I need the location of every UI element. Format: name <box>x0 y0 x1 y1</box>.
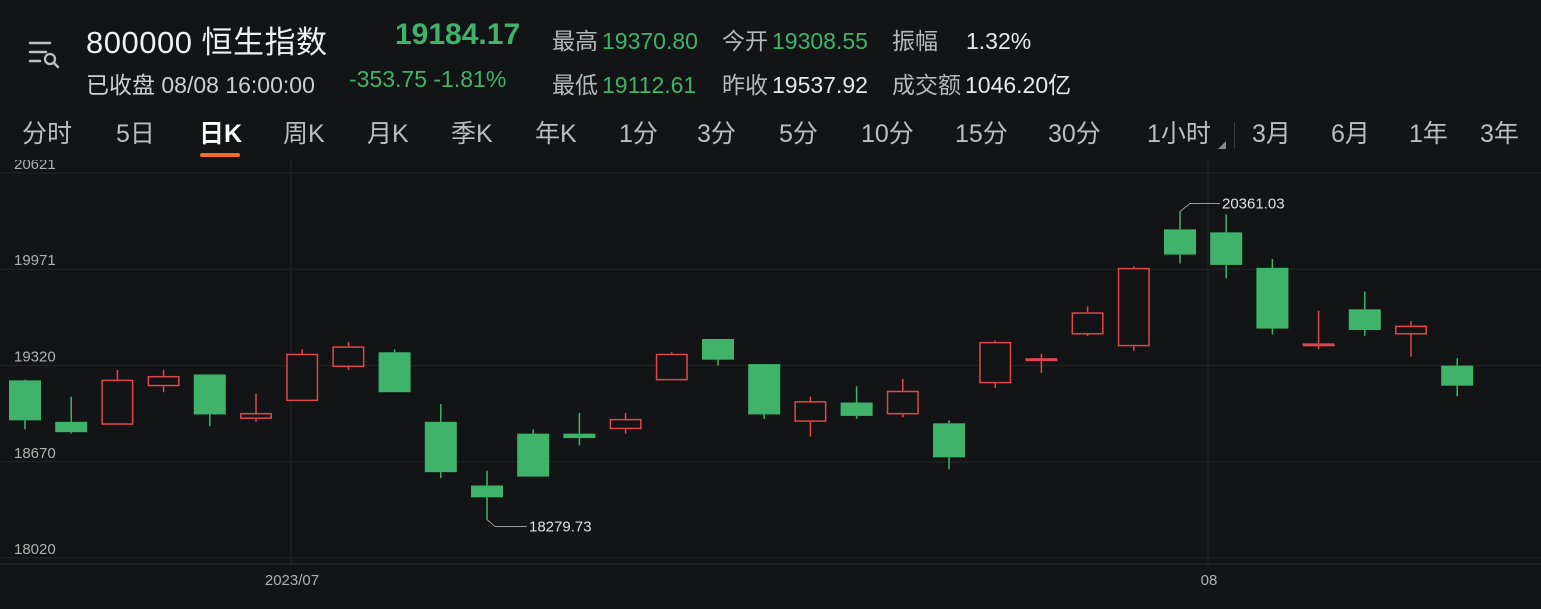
stat-open-label: 今开 <box>722 28 768 54</box>
tab-1hour[interactable]: 1小时 <box>1147 114 1211 150</box>
candle-body-down <box>1210 232 1243 265</box>
candle-body-down <box>193 374 226 415</box>
stat-high-value: 19370.80 <box>602 28 698 54</box>
candle-body-down <box>378 352 411 393</box>
active-tab-indicator <box>200 153 240 157</box>
stat-amplitude: 振幅 1.32% <box>892 22 1031 56</box>
y-axis-tick-label: 19320 <box>14 349 56 366</box>
candle-body-down <box>1256 267 1289 329</box>
stat-low-label: 最低 <box>552 72 598 98</box>
stat-high: 最高 19370.80 <box>552 22 698 56</box>
stat-low-value: 19112.61 <box>602 72 697 98</box>
tab-5day[interactable]: 5日 <box>116 114 155 150</box>
candle-body-down <box>517 433 550 477</box>
y-axis-tick-label: 20621 <box>14 160 56 173</box>
candle-body-down <box>1441 365 1474 386</box>
tab-3month[interactable]: 3月 <box>1252 114 1291 150</box>
stat-high-label: 最高 <box>552 28 598 54</box>
candle-body-down <box>1348 309 1381 331</box>
candle-body-down <box>840 402 873 416</box>
stat-open-value: 19308.55 <box>772 28 868 54</box>
tab-intraday[interactable]: 分时 <box>22 114 72 150</box>
stat-open: 今开 19308.55 <box>722 22 868 56</box>
stat-prev-close-value: 19537.92 <box>772 72 868 98</box>
candle-body-down <box>563 433 596 439</box>
low-annotation-leader <box>486 519 527 528</box>
y-axis-tick-label: 18020 <box>14 541 56 558</box>
candle-body-up <box>794 401 827 422</box>
y-axis-tick-label: 19971 <box>14 252 56 269</box>
stat-turnover-label: 成交额 <box>892 72 961 98</box>
candle-body-up <box>1025 358 1058 362</box>
high-annotation-label: 20361.03 <box>1222 195 1285 212</box>
tab-quarterly-k[interactable]: 季K <box>451 114 493 150</box>
candle-body-up <box>240 412 272 419</box>
candle-body-up <box>1117 267 1150 347</box>
price-change: -353.75 -1.81% <box>349 66 507 92</box>
market-status: 已收盘 08/08 16:00:00 <box>86 72 315 98</box>
candlestick-chart[interactable]: 20621 19971 19320 18670 18020 2023/07 08 20361.… <box>0 160 1541 609</box>
candle-body-down <box>471 485 503 498</box>
candle-body-up <box>979 341 1012 384</box>
x-axis-tick-label: 2023/07 <box>265 572 319 589</box>
low-annotation-label: 18279.73 <box>529 519 592 536</box>
current-price: 19184.17 <box>395 18 521 51</box>
high-annotation-leader <box>1179 202 1220 212</box>
tab-daily-k[interactable]: 日K <box>199 114 242 150</box>
tab-monthly-k[interactable]: 月K <box>367 114 409 150</box>
stat-turnover: 成交额 1046.20亿 <box>892 66 1071 100</box>
chart-svg[interactable]: 20621 19971 19320 18670 18020 2023/07 08 20361.… <box>0 160 1541 609</box>
candle-body-down <box>55 421 88 433</box>
tab-3min[interactable]: 3分 <box>697 114 736 150</box>
candle-body-up <box>1302 343 1335 347</box>
tab-30min[interactable]: 30分 <box>1048 114 1101 150</box>
dropdown-corner-icon[interactable] <box>1218 141 1226 149</box>
candle-body-up <box>286 353 319 402</box>
tab-divider <box>1234 122 1235 148</box>
menu-search-icon[interactable] <box>24 34 64 74</box>
candle-body-down <box>424 421 457 473</box>
tab-10min[interactable]: 10分 <box>861 114 914 150</box>
candle-body-up <box>332 346 365 368</box>
tab-1year[interactable]: 1年 <box>1409 114 1448 150</box>
candle-body-up <box>655 353 688 381</box>
candle-body-down <box>9 380 41 421</box>
stat-turnover-value: 1046.20亿 <box>965 72 1072 98</box>
quote-header: 800000 恒生指数 19184.17 已收盘 08/08 16:00:00 … <box>0 0 1541 108</box>
y-axis-tick-label: 18670 <box>14 445 56 462</box>
candle-body-up <box>609 418 642 430</box>
period-tabs: 分时 5日 日K 周K 月K 季K 年K 1分 3分 5分 10分 15分 30… <box>0 108 1541 160</box>
candle-body-up <box>147 375 180 387</box>
stock-title: 800000 恒生指数 <box>86 25 328 60</box>
stat-amplitude-value: 1.32% <box>966 28 1032 54</box>
stat-amplitude-label: 振幅 <box>892 28 938 54</box>
candle-body-up <box>101 379 134 425</box>
tab-15min[interactable]: 15分 <box>955 114 1008 150</box>
candle-body-down <box>933 423 965 458</box>
tab-6month[interactable]: 6月 <box>1331 114 1370 150</box>
tab-weekly-k[interactable]: 周K <box>283 114 325 150</box>
stat-prev-close-label: 昨收 <box>722 72 768 98</box>
stat-low: 最低 19112.61 <box>552 66 696 100</box>
tab-yearly-k[interactable]: 年K <box>535 114 577 150</box>
candle-body-up <box>1071 312 1104 335</box>
tab-3year[interactable]: 3年 <box>1480 114 1519 150</box>
tab-1min[interactable]: 1分 <box>619 114 658 150</box>
tab-5min[interactable]: 5分 <box>779 114 818 150</box>
stat-prev-close: 昨收 19537.92 <box>722 66 868 100</box>
x-axis-tick-label: 08 <box>1201 572 1218 589</box>
candle-body-up <box>1395 325 1427 335</box>
candle-body-down <box>1164 229 1196 255</box>
candle-body-down <box>702 338 734 360</box>
candle-body-down <box>748 364 781 415</box>
candle-body-up <box>886 390 919 415</box>
